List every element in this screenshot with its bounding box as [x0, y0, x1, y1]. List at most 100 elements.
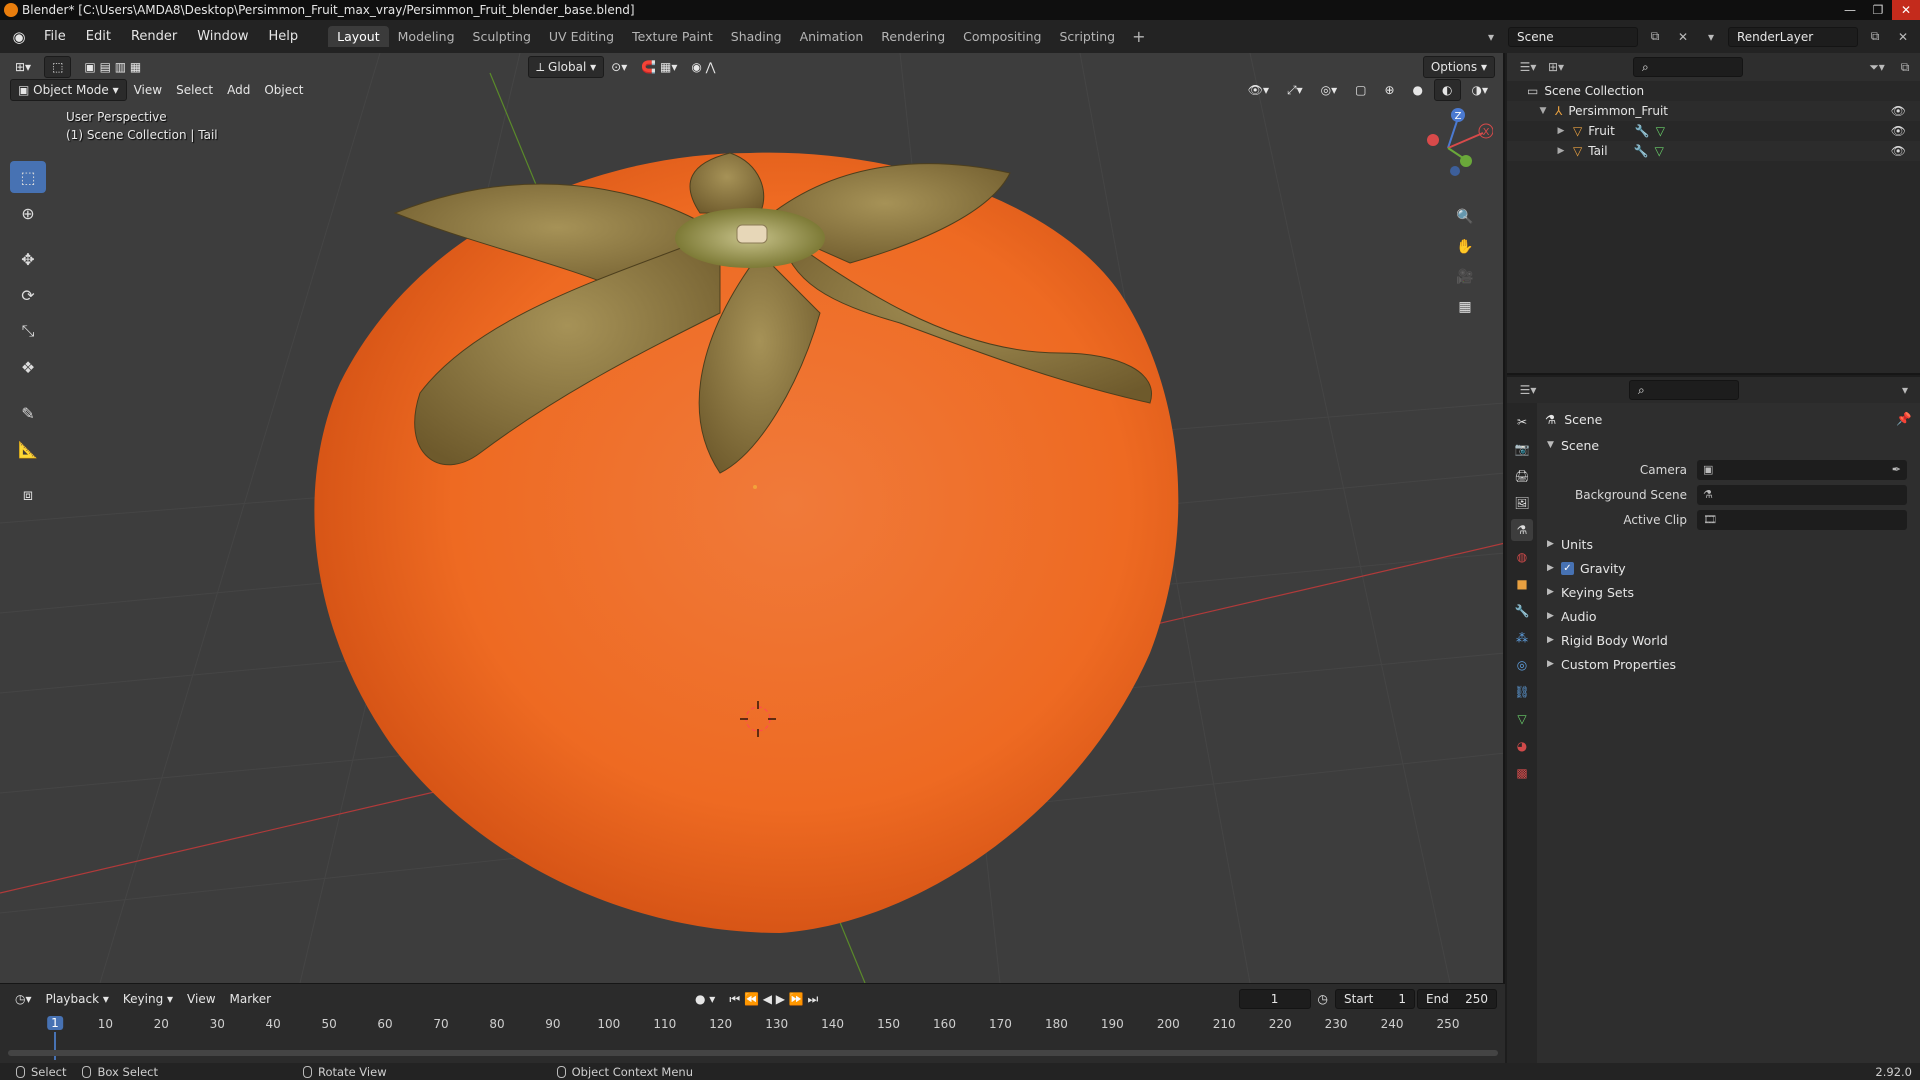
filter-icon[interactable]: ⏷▾: [1866, 57, 1888, 77]
gravity-panel-header[interactable]: ▶ ✓ Gravity: [1537, 556, 1920, 580]
select-box-icon[interactable]: ⬚: [10, 161, 46, 193]
new-view-layer-icon[interactable]: ⧉: [1864, 27, 1886, 47]
background-scene-field[interactable]: ⚗: [1697, 484, 1907, 505]
menu-object[interactable]: Object: [257, 79, 310, 101]
eyedropper-icon[interactable]: ✒: [1892, 463, 1901, 476]
menu-help[interactable]: Help: [259, 20, 309, 53]
outliner-row-tail[interactable]: ▶ ▽ Tail 🔧 ▽ 👁: [1507, 141, 1920, 161]
texture-tab-icon[interactable]: ▩: [1511, 762, 1533, 784]
playback-controls[interactable]: ⏮ ⏪ ◀ ▶ ⏩ ⏭: [722, 988, 825, 1010]
scene-tab-icon[interactable]: ⚗: [1511, 519, 1533, 541]
expand-arrow-icon[interactable]: ▶: [1555, 146, 1567, 156]
properties-options-icon[interactable]: ▾: [1894, 380, 1916, 400]
view-layer-field[interactable]: RenderLayer: [1728, 26, 1858, 47]
menu-view[interactable]: View: [127, 79, 169, 101]
data-tab-icon[interactable]: ▽: [1511, 708, 1533, 730]
cursor-icon[interactable]: ⊕: [10, 197, 46, 229]
camera-field[interactable]: ▣ ✒: [1697, 459, 1907, 480]
scene-name-field[interactable]: Scene: [1508, 26, 1638, 47]
scene-browse-icon[interactable]: ▾: [1480, 27, 1502, 47]
overlays-icon[interactable]: ◎▾: [1314, 79, 1345, 101]
expand-arrow-icon[interactable]: ▶: [1555, 126, 1567, 136]
delete-scene-icon[interactable]: ✕: [1672, 27, 1694, 47]
tab-modeling[interactable]: Modeling: [389, 26, 464, 47]
menu-select[interactable]: Select: [169, 79, 220, 101]
add-cube-icon[interactable]: ⧈: [10, 479, 46, 511]
new-collection-icon[interactable]: ⧉: [1894, 57, 1916, 77]
scene-panel-header[interactable]: ▼ Scene: [1537, 433, 1920, 457]
particles-tab-icon[interactable]: ⁂: [1511, 627, 1533, 649]
keying-sets-panel-header[interactable]: ▶ Keying Sets: [1537, 580, 1920, 604]
shading-material-icon[interactable]: ◐: [1434, 79, 1461, 101]
persimmon-fruit[interactable]: [314, 152, 1179, 933]
new-scene-icon[interactable]: ⧉: [1644, 27, 1666, 47]
tab-shading[interactable]: Shading: [722, 26, 791, 47]
properties-editor-type-icon[interactable]: ☰▾: [1517, 380, 1539, 400]
physics-tab-icon[interactable]: ◎: [1511, 654, 1533, 676]
active-clip-field[interactable]: 🎞: [1697, 509, 1907, 530]
world-tab-icon[interactable]: ◍: [1511, 546, 1533, 568]
menu-marker[interactable]: Marker: [223, 988, 278, 1010]
pan-icon[interactable]: ✋: [1451, 233, 1479, 261]
tab-animation[interactable]: Animation: [791, 26, 873, 47]
custom-properties-panel-header[interactable]: ▶ Custom Properties: [1537, 652, 1920, 676]
menu-file[interactable]: File: [34, 20, 76, 53]
menu-window[interactable]: Window: [187, 20, 258, 53]
tab-texture-paint[interactable]: Texture Paint: [623, 26, 722, 47]
tab-compositing[interactable]: Compositing: [954, 26, 1050, 47]
preview-range-icon[interactable]: ◷: [1311, 988, 1335, 1010]
outliner-row-fruit[interactable]: ▶ ▽ Fruit 🔧 ▽ 👁: [1507, 121, 1920, 141]
shading-rendered-icon[interactable]: ◑▾: [1465, 79, 1496, 101]
expand-arrow-icon[interactable]: ▼: [1537, 106, 1549, 116]
3d-viewport[interactable]: ⊞▾ ⬚ ▣ ▤ ▥ ▦ ⟂ Global ▾ ⊙▾ 🧲 ▦▾ ◉ ⋀ Opti…: [0, 53, 1505, 983]
visibility-eye-icon[interactable]: 👁: [1891, 104, 1906, 118]
menu-render[interactable]: Render: [121, 20, 187, 53]
output-tab-icon[interactable]: 🖨: [1511, 465, 1533, 487]
menu-timeline-view[interactable]: View: [180, 988, 222, 1010]
minimize-icon[interactable]: —: [1836, 0, 1864, 20]
tool-tab-icon[interactable]: ✂: [1511, 411, 1533, 433]
navigation-gizmo[interactable]: Z X 🔍 ✋ 🎥 ▦: [1403, 103, 1494, 363]
rotate-icon[interactable]: ⟳: [10, 279, 46, 311]
scale-icon[interactable]: ⤡: [10, 315, 46, 347]
outliner-row-scene-collection[interactable]: ▭ Scene Collection: [1507, 81, 1920, 101]
ortho-toggle-icon[interactable]: ▦: [1451, 293, 1479, 321]
blender-menu-icon[interactable]: ◉: [10, 28, 28, 46]
rigid-body-world-panel-header[interactable]: ▶ Rigid Body World: [1537, 628, 1920, 652]
zoom-icon[interactable]: 🔍: [1451, 203, 1479, 231]
axis-gizmo[interactable]: Z X: [1403, 103, 1494, 193]
tab-layout[interactable]: Layout: [328, 26, 389, 47]
camera-view-icon[interactable]: 🎥: [1451, 263, 1479, 291]
outliner-row-persimmon-fruit[interactable]: ▼ ⅄ Persimmon_Fruit 👁: [1507, 101, 1920, 121]
menu-keying[interactable]: Keying ▾: [116, 988, 180, 1010]
mode-dropdown[interactable]: ▣ Object Mode ▾: [10, 79, 127, 101]
tab-scripting[interactable]: Scripting: [1051, 26, 1125, 47]
annotate-icon[interactable]: ✎: [10, 397, 46, 429]
measure-icon[interactable]: 📐: [10, 433, 46, 465]
display-mode-icon[interactable]: ⊞▾: [1545, 57, 1567, 77]
move-icon[interactable]: ✥: [10, 243, 46, 275]
shading-wireframe-icon[interactable]: ⊕: [1377, 79, 1401, 101]
xray-icon[interactable]: ▢: [1348, 79, 1373, 101]
visibility-eye-icon[interactable]: 👁: [1891, 124, 1906, 138]
properties-search-input[interactable]: ⌕: [1629, 380, 1739, 400]
visibility-icon[interactable]: 👁▾: [1241, 79, 1276, 101]
pin-icon[interactable]: 📌: [1896, 411, 1912, 427]
view-layer-browse-icon[interactable]: ▾: [1700, 27, 1722, 47]
close-icon[interactable]: ✕: [1892, 0, 1920, 20]
tab-uv-editing[interactable]: UV Editing: [540, 26, 623, 47]
units-panel-header[interactable]: ▶ Units: [1537, 532, 1920, 556]
maximize-icon[interactable]: ❐: [1864, 0, 1892, 20]
object-tab-icon[interactable]: ■: [1511, 573, 1533, 595]
auto-keying-icon[interactable]: ● ▾: [688, 988, 722, 1010]
gizmo-icon[interactable]: ⤢▾: [1280, 79, 1310, 101]
menu-playback[interactable]: Playback ▾: [39, 988, 116, 1010]
visibility-eye-icon[interactable]: 👁: [1891, 144, 1906, 158]
timeline-scrollbar[interactable]: [8, 1050, 1498, 1056]
transform-icon[interactable]: ❖: [10, 351, 46, 383]
audio-panel-header[interactable]: ▶ Audio: [1537, 604, 1920, 628]
view-layer-tab-icon[interactable]: 🖼: [1511, 492, 1533, 514]
end-frame-field[interactable]: End 250: [1417, 989, 1497, 1009]
timeline-ruler[interactable]: 1 10 20 30 40 50 60 70 80 90 100 110 120 130 140 150 160…: [0, 1014, 1505, 1060]
constraints-tab-icon[interactable]: ⛓: [1511, 681, 1533, 703]
